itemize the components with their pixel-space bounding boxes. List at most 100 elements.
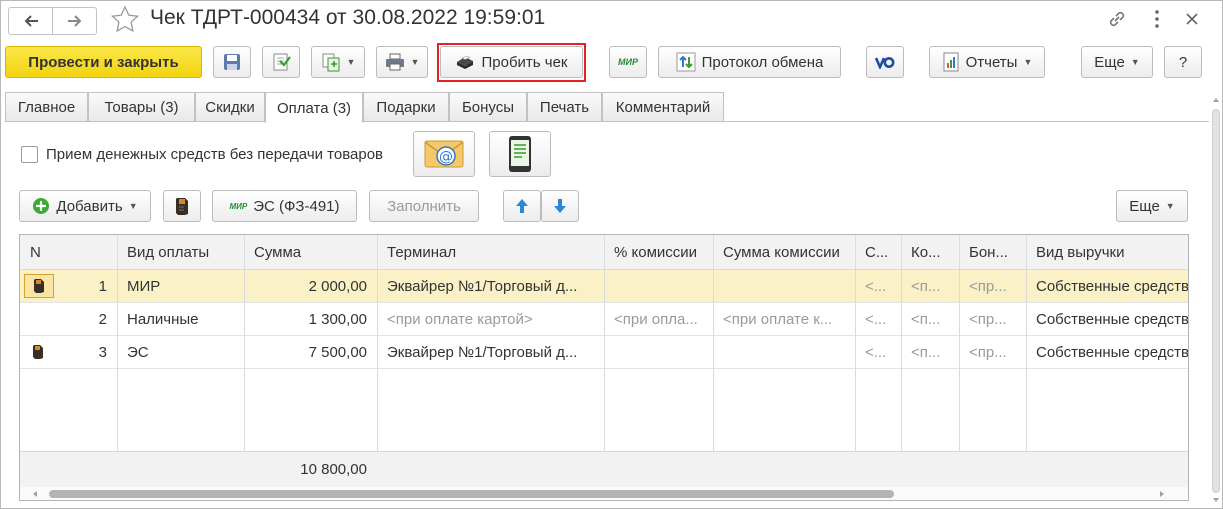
cell-number: 2	[98, 310, 107, 328]
more-actions-label: Еще	[1094, 53, 1125, 71]
column-header[interactable]: Ко...	[901, 235, 959, 269]
tab-bonuses[interactable]: Бонусы	[449, 92, 527, 122]
table-more-button[interactable]: Еще ▼	[1116, 190, 1188, 222]
tab-payment[interactable]: Оплата (3)	[265, 92, 363, 123]
column-header[interactable]: Терминал	[377, 235, 604, 269]
arrow-down-icon	[554, 199, 566, 213]
send-sms-button[interactable]	[489, 131, 551, 177]
cell-sum: 2 000,00	[308, 277, 367, 295]
cell-col9: <пр...	[969, 277, 1007, 295]
print-button[interactable]: ▼	[376, 46, 428, 78]
column-divider	[1026, 235, 1027, 487]
printer-icon	[385, 53, 404, 71]
svg-text:@: @	[439, 149, 453, 165]
cell-commission-percent: <при опла...	[614, 310, 698, 328]
email-icon: @	[424, 140, 464, 168]
cell-col8: <п...	[911, 343, 941, 361]
cell-revenue-type: Собственные средства	[1036, 310, 1189, 328]
tab-discounts[interactable]: Скидки	[195, 92, 265, 122]
phone-icon	[509, 136, 531, 172]
column-header[interactable]: С...	[855, 235, 901, 269]
send-email-button[interactable]: @	[413, 131, 475, 177]
close-icon[interactable]	[1181, 8, 1203, 30]
column-header[interactable]: Вид выручки	[1026, 235, 1188, 269]
no-goods-checkbox[interactable]	[21, 146, 38, 163]
service-logo-icon	[875, 57, 895, 69]
add-circle-icon	[33, 198, 50, 214]
column-header[interactable]: Вид оплаты	[117, 235, 244, 269]
scroll-down-icon[interactable]	[1211, 495, 1221, 505]
cell-commission-sum	[713, 270, 855, 302]
save-button[interactable]	[213, 46, 251, 78]
mir-logo: МИР	[618, 57, 638, 67]
tab-comment[interactable]: Комментарий	[602, 92, 724, 122]
exchange-arrows-icon	[676, 52, 696, 72]
table-footer: 10 800,00	[20, 451, 1188, 487]
scrollbar-thumb[interactable]	[1212, 109, 1220, 493]
card-terminal-icon	[176, 198, 188, 215]
back-button[interactable]	[9, 8, 52, 34]
column-header[interactable]: N	[20, 235, 117, 269]
arrow-left-icon	[24, 15, 38, 27]
reports-button[interactable]: Отчеты ▼	[929, 46, 1045, 78]
column-header[interactable]: Бон...	[959, 235, 1026, 269]
more-actions-button[interactable]: Еще ▼	[1081, 46, 1153, 78]
scroll-left-icon[interactable]	[30, 487, 40, 501]
move-down-button[interactable]	[541, 190, 579, 222]
more-menu-icon[interactable]	[1146, 8, 1168, 30]
scroll-right-icon[interactable]	[1157, 487, 1167, 501]
arrow-up-icon	[516, 199, 528, 213]
column-divider	[855, 235, 856, 487]
tab-print[interactable]: Печать	[527, 92, 602, 122]
mir-payment-button[interactable]: МИР	[609, 46, 647, 78]
column-divider	[117, 235, 118, 487]
no-goods-checkbox-label: Прием денежных средств без передачи това…	[46, 146, 384, 163]
cell-sum: 1 300,00	[308, 310, 367, 328]
electronic-certificate-label: ЭС (ФЗ-491)	[253, 197, 340, 215]
row-icon-cell	[22, 270, 60, 302]
scroll-up-icon[interactable]	[1211, 95, 1221, 105]
help-label: ?	[1178, 53, 1188, 71]
vertical-scrollbar[interactable]	[1211, 95, 1221, 505]
cell-payment-type: Наличные	[127, 310, 199, 328]
cell-payment-type: ЭС	[127, 343, 149, 361]
tab-main[interactable]: Главное	[5, 92, 88, 122]
column-header[interactable]: Сумма	[244, 235, 377, 269]
card-terminal-button[interactable]	[163, 190, 201, 222]
column-divider	[244, 235, 245, 487]
post-and-close-button[interactable]: Провести и закрыть	[5, 46, 202, 78]
column-divider	[604, 235, 605, 487]
dropdown-arrow-icon: ▼	[1023, 57, 1033, 67]
print-receipt-label: Пробить чек	[481, 53, 568, 71]
move-up-button[interactable]	[503, 190, 541, 222]
post-button[interactable]	[262, 46, 300, 78]
column-divider	[713, 235, 714, 487]
row-icon-cell	[22, 336, 60, 368]
scrollbar-thumb[interactable]	[49, 490, 894, 498]
favorite-star-icon[interactable]	[110, 5, 140, 35]
mir-logo: МИР	[229, 201, 248, 211]
column-divider	[901, 235, 902, 487]
electronic-certificate-button[interactable]: МИР ЭС (ФЗ-491)	[212, 190, 357, 222]
exchange-service-button[interactable]	[866, 46, 904, 78]
exchange-log-label: Протокол обмена	[701, 53, 824, 71]
tab-label: Товары (3)	[104, 99, 179, 116]
link-icon[interactable]	[1106, 8, 1128, 30]
post-document-icon	[273, 53, 291, 71]
tab-goods[interactable]: Товары (3)	[88, 92, 195, 122]
column-header[interactable]: Сумма комиссии	[713, 235, 855, 269]
column-header[interactable]: % комиссии	[604, 235, 713, 269]
create-based-on-button[interactable]: ▼	[311, 46, 365, 78]
tab-gifts[interactable]: Подарки	[363, 92, 449, 122]
print-receipt-button[interactable]: Пробить чек	[440, 46, 583, 78]
horizontal-scrollbar[interactable]	[20, 487, 1188, 501]
cell-revenue-type: Собственные средства	[1036, 343, 1189, 361]
tab-label: Скидки	[205, 99, 255, 116]
add-button[interactable]: Добавить ▼	[19, 190, 151, 222]
forward-button[interactable]	[52, 8, 96, 34]
help-button[interactable]: ?	[1164, 46, 1202, 78]
fiscal-printer-icon	[457, 55, 474, 69]
exchange-log-button[interactable]: Протокол обмена	[658, 46, 841, 78]
cell-col9: <пр...	[969, 310, 1007, 328]
fill-button[interactable]: Заполнить	[369, 190, 479, 222]
